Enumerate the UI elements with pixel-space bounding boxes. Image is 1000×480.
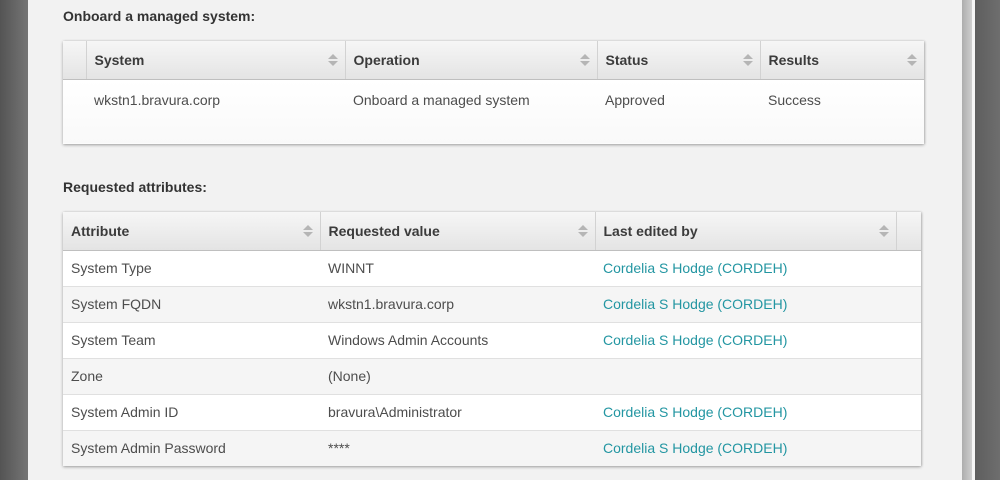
last-edited-by-cell [595, 358, 896, 394]
last-edited-by-cell: Cordelia S Hodge (CORDEH) [595, 430, 896, 466]
column-header-label: Requested value [329, 223, 440, 239]
sort-icon [580, 54, 590, 66]
column-header-label: Last edited by [604, 223, 698, 239]
attribute-cell: System Admin Password [63, 430, 320, 466]
operation-cell: Onboard a managed system [345, 79, 597, 144]
last-edited-by-cell: Cordelia S Hodge (CORDEH) [595, 286, 896, 322]
column-header-label: Results [769, 52, 820, 68]
user-profile-link[interactable]: Cordelia S Hodge (CORDEH) [603, 404, 787, 420]
value-cell: bravura\Administrator [320, 394, 595, 430]
user-profile-link[interactable]: Cordelia S Hodge (CORDEH) [603, 296, 787, 312]
sort-icon [907, 54, 917, 66]
user-profile-link[interactable]: Cordelia S Hodge (CORDEH) [603, 332, 787, 348]
column-header-operation[interactable]: Operation [345, 41, 597, 79]
table-row: System Admin ID bravura\Administrator Co… [63, 394, 921, 430]
attribute-cell: Zone [63, 358, 320, 394]
last-edited-by-cell: Cordelia S Hodge (CORDEH) [595, 394, 896, 430]
value-cell: (None) [320, 358, 595, 394]
sort-icon [879, 225, 889, 237]
user-profile-link[interactable]: Cordelia S Hodge (CORDEH) [603, 440, 787, 456]
table-row: System Admin Password **** Cordelia S Ho… [63, 430, 921, 466]
last-edited-by-cell: Cordelia S Hodge (CORDEH) [595, 322, 896, 358]
value-cell: **** [320, 430, 595, 466]
value-cell: Windows Admin Accounts [320, 322, 595, 358]
table-row: wkstn1.bravura.corp Onboard a managed sy… [63, 79, 924, 144]
sort-icon [303, 225, 313, 237]
last-edited-by-cell: Cordelia S Hodge (CORDEH) [595, 250, 896, 286]
column-header-label: Status [606, 52, 649, 68]
table-row: System Team Windows Admin Accounts Corde… [63, 322, 921, 358]
spacer-cell [896, 286, 921, 322]
spacer-cell [896, 322, 921, 358]
attribute-cell: System Type [63, 250, 320, 286]
request-table-header-row: System Operation Status Results [63, 41, 924, 79]
column-header-last-edited-by[interactable]: Last edited by [595, 212, 896, 250]
attributes-table: Attribute Requested value Last edited by… [63, 212, 921, 466]
attributes-section-title: Requested attributes: [63, 179, 962, 195]
table-row: System FQDN wkstn1.bravura.corp Cordelia… [63, 286, 921, 322]
window-edge-left [0, 0, 28, 480]
spacer-cell [896, 430, 921, 466]
attribute-cell: System Team [63, 322, 320, 358]
main-content: Onboard a managed system: System Operati… [28, 0, 962, 480]
column-header-results[interactable]: Results [760, 41, 924, 79]
status-cell: Approved [597, 79, 760, 144]
table-row: Zone (None) [63, 358, 921, 394]
spacer-cell [896, 250, 921, 286]
results-cell: Success [760, 79, 924, 144]
column-header-status[interactable]: Status [597, 41, 760, 79]
request-section-title: Onboard a managed system: [63, 8, 962, 24]
value-cell: WINNT [320, 250, 595, 286]
column-header-label: System [95, 52, 145, 68]
sort-icon [578, 225, 588, 237]
column-header-system[interactable]: System [86, 41, 345, 79]
column-header-selector [63, 41, 86, 79]
window-edge-right [975, 0, 1000, 480]
value-cell: wkstn1.bravura.corp [320, 286, 595, 322]
sort-icon [328, 54, 338, 66]
request-table: System Operation Status Results [63, 41, 924, 144]
column-header-spacer [896, 212, 921, 250]
attribute-cell: System FQDN [63, 286, 320, 322]
system-cell: wkstn1.bravura.corp [86, 79, 345, 144]
table-row: System Type WINNT Cordelia S Hodge (CORD… [63, 250, 921, 286]
user-profile-link[interactable]: Cordelia S Hodge (CORDEH) [603, 260, 787, 276]
sort-icon [743, 54, 753, 66]
column-header-requested-value[interactable]: Requested value [320, 212, 595, 250]
attributes-table-header-row: Attribute Requested value Last edited by [63, 212, 921, 250]
attribute-cell: System Admin ID [63, 394, 320, 430]
column-header-attribute[interactable]: Attribute [63, 212, 320, 250]
scrollbar[interactable] [962, 0, 972, 480]
row-selector-cell [63, 79, 86, 144]
spacer-cell [896, 358, 921, 394]
spacer-cell [896, 394, 921, 430]
column-header-label: Operation [354, 52, 420, 68]
column-header-label: Attribute [71, 223, 129, 239]
